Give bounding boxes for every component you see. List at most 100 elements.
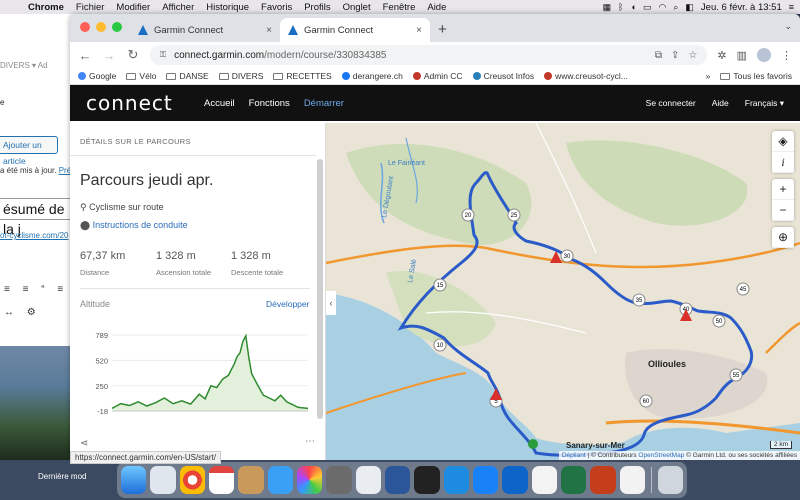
excel-icon[interactable] bbox=[560, 466, 587, 494]
stat-descent: 1 328 m Descente totale bbox=[231, 250, 284, 277]
expand-link[interactable]: Développer bbox=[266, 299, 309, 309]
back-arrow-icon[interactable]: ← bbox=[78, 48, 92, 63]
finder-icon[interactable] bbox=[121, 466, 147, 494]
menu-item-historique[interactable]: Historique bbox=[200, 2, 255, 13]
garmin-connect-logo[interactable]: connect bbox=[86, 91, 196, 115]
add-article-button[interactable]: Ajouter un article bbox=[0, 136, 58, 166]
search-icon[interactable]: ⌕ bbox=[673, 2, 678, 13]
share-icon[interactable]: ⇪ bbox=[671, 50, 679, 61]
bookmark-folder-velo[interactable]: Vélo bbox=[126, 71, 156, 81]
more-bookmarks-button[interactable]: » bbox=[706, 71, 711, 81]
bookmark-star-icon[interactable]: ☆ bbox=[688, 50, 697, 61]
locate-icon[interactable]: ⊕ bbox=[772, 227, 794, 248]
downloads-folder-icon[interactable] bbox=[619, 466, 645, 494]
site-info-icon[interactable]: ⚿ bbox=[160, 50, 166, 60]
bookmark-google[interactable]: Google bbox=[78, 71, 116, 81]
nav-accueil[interactable]: Accueil bbox=[204, 98, 235, 109]
minimize-window-icon[interactable] bbox=[96, 22, 106, 32]
menu-item-onglet[interactable]: Onglet bbox=[337, 2, 377, 13]
menu-item-aide[interactable]: Aide bbox=[421, 2, 452, 13]
tab-search-icon[interactable]: ⌄ bbox=[784, 21, 792, 32]
reload-icon[interactable]: ↻ bbox=[126, 47, 140, 63]
bookmark-folder-divers[interactable]: DIVERS bbox=[218, 71, 263, 81]
wifi-icon[interactable]: ◠ bbox=[659, 2, 667, 13]
messages-icon[interactable] bbox=[267, 466, 293, 494]
login-link[interactable]: Se connecter bbox=[646, 98, 696, 109]
quicktime-icon[interactable] bbox=[414, 466, 440, 494]
bookmark-derangere[interactable]: derangere.ch bbox=[341, 71, 403, 81]
help-link[interactable]: Aide bbox=[712, 98, 729, 109]
app-store-icon[interactable] bbox=[472, 466, 499, 494]
bookmark-admin-cc[interactable]: Admin CC bbox=[412, 71, 463, 81]
menu-item-afficher[interactable]: Afficher bbox=[156, 2, 200, 13]
safari-icon[interactable] bbox=[443, 466, 469, 494]
bookmark-creusot-cyclisme[interactable]: www.creusot-cycl... bbox=[544, 71, 628, 81]
zoom-window-icon[interactable] bbox=[112, 22, 122, 32]
filezilla-icon[interactable] bbox=[531, 466, 557, 494]
profile-avatar[interactable] bbox=[757, 48, 771, 62]
leaflet-link[interactable]: Dépliant bbox=[562, 452, 586, 459]
sound-icon[interactable]: ◖ bbox=[631, 2, 636, 12]
post-title-field[interactable]: ésumé de la j bbox=[0, 198, 75, 237]
driving-instructions-link[interactable]: ⬤ Instructions de conduite bbox=[80, 220, 188, 231]
nav-demarrer[interactable]: Démarrer bbox=[304, 98, 344, 109]
menu-item-modifier[interactable]: Modifier bbox=[110, 2, 156, 13]
menu-app-name[interactable]: Chrome bbox=[22, 2, 70, 13]
all-favorites-folder[interactable]: Tous les favoris bbox=[720, 71, 792, 81]
editor-toolbar-row1[interactable]: ≡ ≡ “ ≡ bbox=[4, 284, 68, 295]
panel-scrollbar[interactable] bbox=[317, 159, 323, 419]
battery-icon[interactable]: ▭ bbox=[643, 2, 652, 13]
menu-item-fichier[interactable]: Fichier bbox=[70, 2, 111, 13]
app-icon[interactable] bbox=[355, 466, 381, 494]
notes-book-icon[interactable] bbox=[238, 466, 264, 494]
bookmark-creusot-infos[interactable]: Creusot Infos bbox=[472, 71, 534, 81]
start-flag-icon[interactable] bbox=[528, 439, 538, 449]
side-panel-icon[interactable]: ▥ bbox=[737, 49, 747, 62]
menu-item-fenetre[interactable]: Fenêtre bbox=[377, 2, 422, 13]
url-field[interactable]: ⚿ connect.garmin.com/modern/course/33083… bbox=[150, 45, 708, 65]
editor-toolbar-row2[interactable]: ↔ ⚙ bbox=[4, 307, 41, 318]
forward-arrow-icon[interactable]: → bbox=[102, 48, 116, 63]
bookmark-folder-recettes[interactable]: RECETTES bbox=[273, 71, 332, 81]
word-icon[interactable] bbox=[384, 466, 411, 494]
elevation-chart[interactable]: 789 520 250 -18 bbox=[80, 323, 312, 423]
nav-fonctions[interactable]: Fonctions bbox=[249, 98, 290, 109]
chrome-icon[interactable] bbox=[179, 466, 205, 494]
menu-item-favoris[interactable]: Favoris bbox=[255, 2, 298, 13]
close-tab-icon[interactable]: × bbox=[416, 25, 422, 36]
menubar-clock[interactable]: Jeu. 6 févr. à 13:51 bbox=[701, 2, 782, 13]
close-window-icon[interactable] bbox=[80, 22, 90, 32]
trash-icon[interactable] bbox=[657, 466, 684, 494]
osm-link[interactable]: OpenStreetMap bbox=[638, 452, 684, 459]
language-select[interactable]: Français ▾ bbox=[745, 98, 784, 109]
bluetooth-icon[interactable]: ᛒ bbox=[618, 2, 623, 12]
system-settings-icon[interactable] bbox=[326, 466, 352, 494]
new-tab-button[interactable]: + bbox=[430, 21, 455, 42]
notification-icon[interactable]: ≡ bbox=[789, 2, 794, 12]
permalink-link[interactable]: ot-cyclisme.com/20 bbox=[0, 231, 75, 240]
preview-icon[interactable] bbox=[150, 466, 176, 494]
more-options-icon[interactable]: ⋯ bbox=[305, 436, 315, 447]
chrome-menu-icon[interactable]: ⋮ bbox=[781, 49, 792, 62]
calendar-icon[interactable] bbox=[208, 466, 235, 494]
status-app-icon[interactable]: ▦ bbox=[603, 2, 612, 13]
zoom-out-button[interactable]: − bbox=[772, 200, 794, 221]
zoom-in-button[interactable]: + bbox=[772, 179, 794, 200]
photos-icon[interactable] bbox=[296, 466, 323, 494]
teamviewer-icon[interactable] bbox=[502, 466, 528, 494]
info-icon[interactable]: i bbox=[772, 152, 794, 173]
course-map[interactable]: Le Fainéant Le Dégoutant Le Salé 20 25 3… bbox=[326, 123, 800, 460]
extensions-icon[interactable]: ✲ bbox=[717, 49, 726, 62]
map-canvas[interactable]: Le Fainéant Le Dégoutant Le Salé 20 25 3… bbox=[326, 123, 800, 460]
bookmark-folder-danse[interactable]: DANSE bbox=[166, 71, 209, 81]
translate-icon[interactable]: ⧉ bbox=[655, 50, 662, 61]
control-center-icon[interactable]: ◧ bbox=[685, 2, 694, 13]
powerpoint-icon[interactable] bbox=[590, 466, 616, 494]
tab-garmin-1[interactable]: Garmin Connect × bbox=[130, 18, 280, 42]
share-icon[interactable]: ⋖ bbox=[80, 438, 88, 449]
layers-icon[interactable]: ◈ bbox=[772, 131, 794, 152]
tab-garmin-2[interactable]: Garmin Connect × bbox=[280, 18, 430, 42]
close-tab-icon[interactable]: × bbox=[266, 25, 272, 36]
collapse-panel-button[interactable]: ‹ bbox=[326, 291, 336, 315]
menu-item-profils[interactable]: Profils bbox=[298, 2, 336, 13]
